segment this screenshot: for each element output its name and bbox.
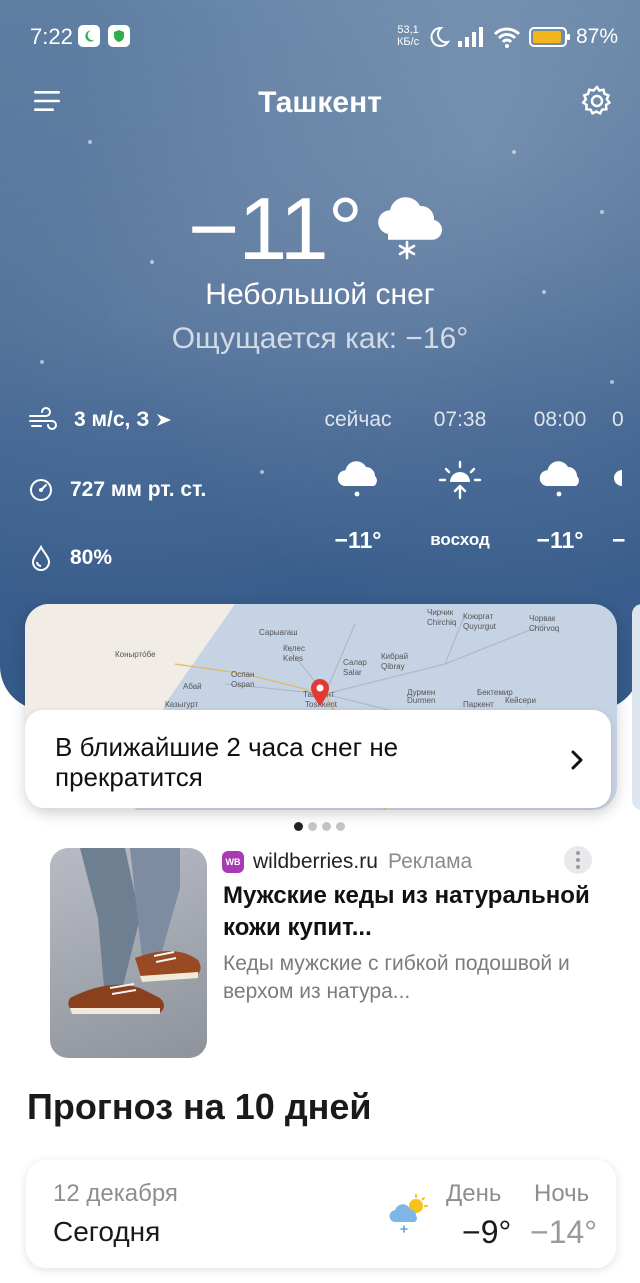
battery-icon (529, 27, 570, 47)
snowflake-particle (88, 140, 92, 144)
map-label: Келес (283, 644, 305, 653)
map-label: Кибрай (381, 652, 409, 661)
hourly-item[interactable]: 08:00 −11° (512, 400, 608, 560)
location-pin-icon (311, 679, 329, 706)
pressure-value: 727 мм рт. ст. (70, 478, 207, 501)
battery-percent: 87% (576, 25, 619, 48)
map-label: Quyurgut (463, 622, 496, 631)
current-temperature: −11° (188, 179, 363, 278)
wind-info: 3 м/с, З (28, 400, 189, 440)
map-label: Chorvoq (529, 624, 560, 633)
hourly-item[interactable]: сейчас −11° (310, 400, 406, 560)
wind-icon (29, 407, 57, 430)
carousel-dot[interactable] (336, 822, 345, 831)
hourly-temp: −11° (536, 527, 584, 553)
map-label: Ospan (231, 680, 255, 689)
hourly-forecast[interactable]: сейчас −11° 07:38 восход 08:00 −11° 0 − (310, 400, 640, 590)
carousel-dot[interactable] (322, 822, 331, 831)
wildberries-logo: WB (222, 851, 244, 873)
snowflake-particle (600, 210, 604, 214)
pressure-info: 727 мм рт. ст. (28, 470, 206, 510)
map-label: Durmen (407, 696, 436, 705)
network-speed: 53,1 КБ/с (397, 24, 420, 48)
map-label: Chirchiq (427, 618, 457, 627)
day-column-header: День (446, 1180, 502, 1207)
weather-condition: Небольшой снег (205, 278, 435, 311)
carousel-indicator (294, 822, 345, 831)
wind-value: 3 м/с, З (74, 408, 150, 431)
sneaker-photo-illustration (68, 848, 201, 1014)
map-label: Чорвак (529, 614, 556, 623)
map-label: Оспан (231, 670, 255, 679)
snowflake-particle (260, 470, 264, 474)
cloud-snow-icon (614, 470, 622, 486)
hourly-time: 08:00 (533, 408, 587, 431)
snowflake-particle (40, 360, 44, 364)
settings-gear-icon[interactable] (580, 84, 614, 118)
ad-image-sneakers[interactable] (50, 848, 207, 1058)
night-column-header: Ночь (534, 1180, 590, 1207)
ad-label: Реклама (388, 850, 473, 873)
cloud-snow-icon (378, 197, 443, 260)
humidity-value: 80% (70, 546, 113, 569)
map-label: Казыгурт (165, 700, 199, 709)
shield-notification-icon (108, 25, 130, 47)
cellular-signal-icon (458, 27, 483, 47)
map-label: Кейсери (505, 696, 536, 705)
dnd-moon-icon (430, 26, 450, 47)
humidity-drop-icon (31, 545, 51, 571)
feels-like: Ощущается как: −16° (171, 322, 469, 355)
map-label: Абай (183, 682, 202, 691)
cloud-snow-icon (337, 461, 377, 497)
hourly-temp: −11° (334, 527, 382, 553)
hourly-item[interactable]: 07:38 восход (412, 400, 508, 560)
humidity-info: 80% (28, 538, 112, 578)
hourly-time: 0 (612, 408, 624, 431)
forecast-day-temp: −9° (462, 1214, 512, 1250)
sunrise-icon (438, 460, 482, 500)
forecast-night-temp: −14° (530, 1214, 598, 1250)
map-label: Салар (343, 658, 367, 667)
cloud-snow-icon (539, 461, 579, 497)
ad-description[interactable]: Кеды мужские с гибкой подошвой и верхом … (223, 950, 603, 1006)
status-bar: 7:22 53,1 КБ/с 87% (0, 0, 640, 72)
hourly-time: 07:38 (433, 408, 487, 431)
hourly-temp: восход (430, 530, 490, 549)
hourly-time: сейчас (324, 408, 392, 431)
hourly-item[interactable]: 0 − (612, 400, 640, 560)
snowflake-particle (150, 260, 154, 264)
carousel-dot-active[interactable] (294, 822, 303, 831)
map-label: Коюргат (463, 612, 494, 621)
map-label: Конырто́бе (115, 650, 156, 659)
map-label: Keles (283, 654, 304, 663)
nowcast-text: В ближайшие 2 часа снег не прекратится (55, 732, 399, 792)
snowflake-particle (610, 380, 614, 384)
map-label: Сарыагаш (259, 628, 298, 637)
precipitation-map-card[interactable]: Конырто́бе Сарыагаш Келес Keles Абай Осп… (25, 604, 617, 810)
moon-notification-icon (78, 25, 100, 47)
map-label: Паркент (463, 700, 494, 709)
ad-title[interactable]: Мужские кеды из натуральной кожи купит..… (223, 880, 603, 944)
forecast-date: 12 декабря (53, 1180, 178, 1207)
ad-more-options-icon[interactable] (564, 846, 592, 874)
ad-source[interactable]: wildberries.ru (253, 850, 378, 874)
carousel-dot[interactable] (308, 822, 317, 831)
forecast-day-name: Сегодня (53, 1216, 161, 1247)
wifi-icon (493, 27, 521, 48)
forecast-section-title: Прогноз на 10 дней (27, 1086, 372, 1127)
snowflake-particle (512, 150, 516, 154)
hourly-temp: − (612, 527, 626, 553)
map-label: Salar (343, 668, 362, 677)
partly-cloudy-snow-icon (389, 1194, 428, 1233)
city-title[interactable]: Ташкент (0, 86, 640, 120)
status-time: 7:22 (30, 24, 73, 49)
map-label: Чирчик (427, 608, 454, 617)
forecast-day-card[interactable]: 12 декабря Сегодня День Ночь −9° −14° (26, 1160, 616, 1268)
pressure-gauge-icon (30, 479, 52, 501)
next-card-peek[interactable] (632, 604, 640, 810)
map-label: Qibray (381, 662, 405, 671)
chevron-right-icon[interactable] (565, 746, 589, 774)
wind-direction-icon (157, 414, 172, 426)
nowcast-banner[interactable]: В ближайшие 2 часа снег не прекратится (25, 710, 611, 808)
